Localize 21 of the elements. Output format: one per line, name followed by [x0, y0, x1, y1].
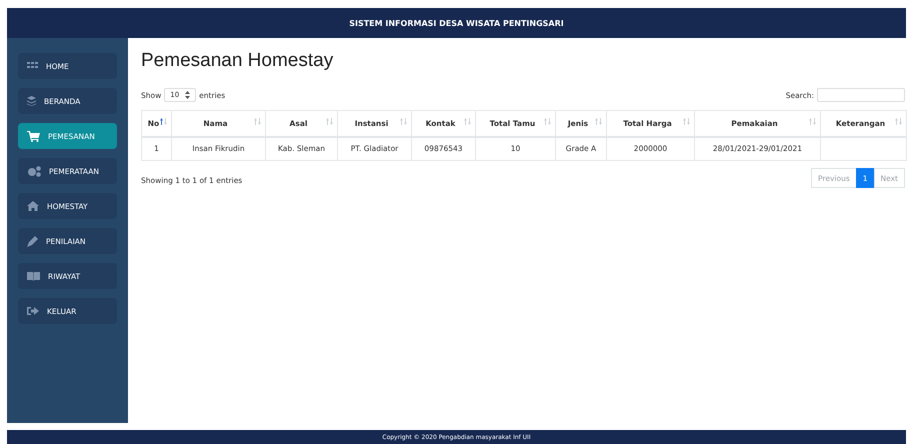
layers-icon — [27, 96, 36, 106]
grid-icon — [27, 62, 38, 70]
sort-icon — [160, 118, 167, 125]
sort-icon — [683, 118, 690, 125]
app-title: SISTEM INFORMASI DESA WISATA PENTINGSARI — [349, 18, 564, 28]
sort-icon — [544, 118, 551, 125]
house-icon — [27, 201, 39, 211]
sort-icon — [895, 118, 902, 125]
pen-icon — [27, 236, 38, 246]
sort-icon — [595, 118, 602, 125]
book-icon — [27, 272, 40, 280]
sort-icon — [254, 118, 261, 125]
page-title: Pemesanan Homestay — [141, 50, 334, 72]
sort-icon — [464, 118, 471, 125]
spinner-icon — [185, 91, 190, 99]
search-field[interactable] — [817, 88, 905, 102]
exit-icon — [27, 306, 39, 316]
cart-icon — [27, 130, 40, 142]
sort-icon — [326, 118, 333, 125]
sort-icon — [809, 118, 816, 125]
sort-icon — [400, 118, 407, 125]
